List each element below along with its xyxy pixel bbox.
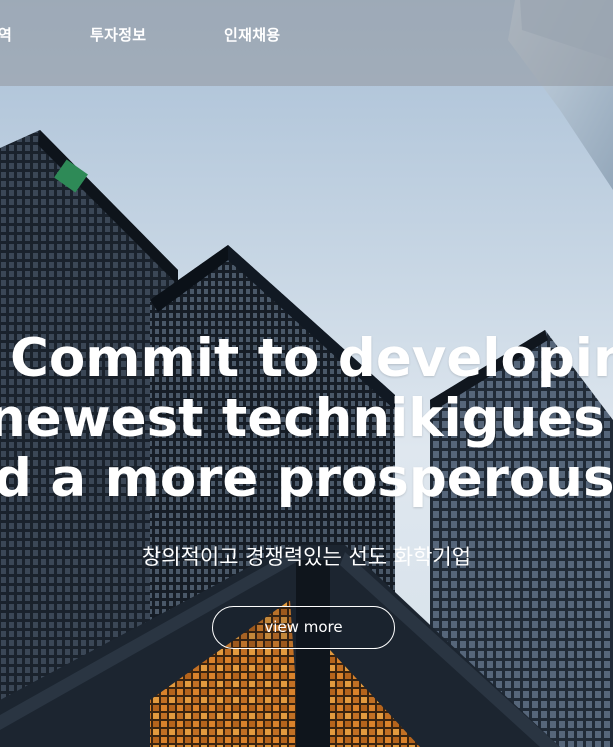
nav-item-truncated[interactable]: 역 xyxy=(0,24,12,46)
headline-line-1: Commit to developing xyxy=(10,328,613,389)
hero-subtitle: 창의적이고 경쟁력있는 선도 화학기업 xyxy=(141,545,472,569)
headline-line-2: newest technikigues a xyxy=(0,388,613,449)
nav-item-careers[interactable]: 인재채용 xyxy=(224,24,280,46)
hero-headline: Commit to developing newest technikigues… xyxy=(0,328,613,518)
nav-item-investor-relations[interactable]: 투자정보 xyxy=(90,24,146,46)
top-navigation-bar: 역 투자정보 인재채용 xyxy=(0,0,613,86)
view-more-button[interactable]: view more xyxy=(212,606,395,649)
headline-line-3: d a more prosperous fu xyxy=(0,448,613,509)
